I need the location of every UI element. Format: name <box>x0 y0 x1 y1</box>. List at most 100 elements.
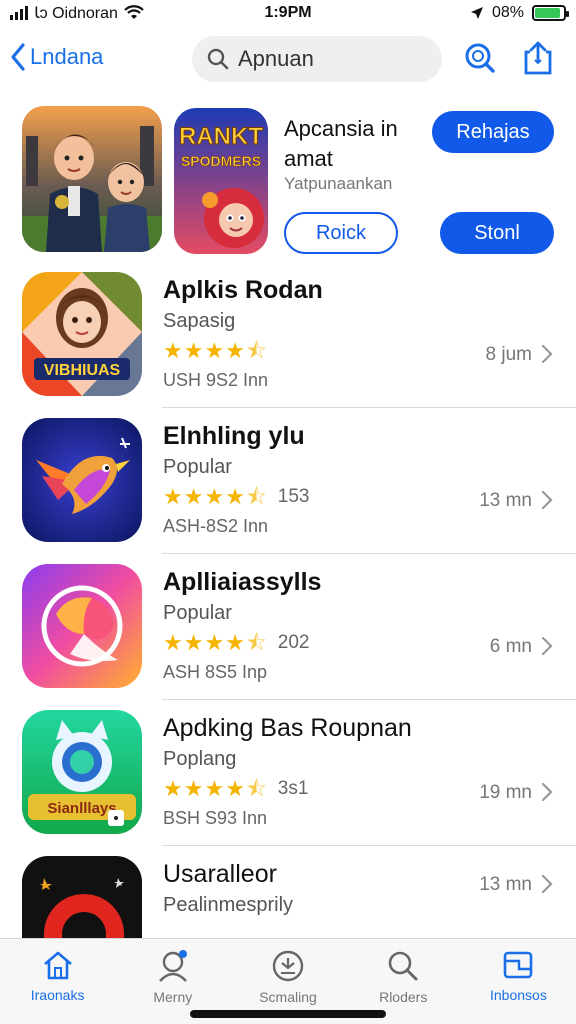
star-icon: ★ <box>183 338 204 363</box>
star-rating: ★ ★ ★ ★ ⯪ 202 <box>163 632 309 654</box>
featured-game-artwork[interactable]: RANKT SPODMERS <box>174 108 268 254</box>
featured-section: RANKT SPODMERS Apcansia in amat Yatpunaa… <box>0 100 576 260</box>
library-icon <box>504 951 533 979</box>
app-list: VIBHIUAS Aplkis Rodan Sapasig ★ ★ ★ ★ ⯪ USH … <box>0 262 576 992</box>
star-icon: ★ <box>204 484 225 509</box>
app-icon-text: Sianlllays <box>47 800 116 817</box>
signal-icon <box>10 6 28 20</box>
star-icon: ★ <box>225 484 245 509</box>
list-item[interactable]: Aplliaiassylls Popular ★ ★ ★ ★ ⯪ 202 ASH 8S5 … <box>0 554 576 700</box>
tab-label: Iraonaks <box>30 987 85 1003</box>
app-category: Poplang <box>163 748 237 770</box>
navigation-bar: Lndana <box>0 34 576 84</box>
magnifier-icon <box>465 43 495 73</box>
star-icon: ★ <box>225 776 245 801</box>
star-icon: ★ <box>204 630 225 655</box>
battery-icon <box>532 5 569 21</box>
search-bar[interactable] <box>192 36 442 82</box>
app-time: 6 mn <box>489 636 532 657</box>
star-icon: ⯪ <box>245 338 267 363</box>
search-input[interactable] <box>238 46 418 72</box>
featured-subtitle: Yatpunaankan <box>284 174 393 193</box>
chevron-right-icon <box>541 874 553 894</box>
back-button[interactable]: Lndana <box>10 42 103 72</box>
tab-label: Rloders <box>379 989 428 1005</box>
svg-text:RANKT: RANKT <box>179 123 263 150</box>
star-icon: ⯪ <box>245 484 267 509</box>
home-indicator[interactable] <box>190 1010 386 1018</box>
status-bar: Ꙇᴐ Oidnoran 1:9PM 08% <box>0 0 576 26</box>
star-icon: ★ <box>163 338 183 363</box>
star-icon: ★ <box>183 484 204 509</box>
star-icon: ★ <box>163 630 183 655</box>
app-category: Pealinmesprily <box>163 894 294 916</box>
app-time: 13 mn <box>479 490 532 511</box>
back-label: Lndana <box>30 44 104 69</box>
tab-home[interactable]: Iraonaks <box>0 939 115 1024</box>
svg-text:SPODMERS: SPODMERS <box>181 153 261 169</box>
featured-artwork[interactable] <box>22 106 162 252</box>
app-icon-gradient-ring <box>22 564 142 688</box>
rating-count: 3s1 <box>277 778 309 799</box>
star-icon: ★ <box>163 484 183 509</box>
list-item[interactable]: VIBHIUAS Aplkis Rodan Sapasig ★ ★ ★ ★ ⯪ USH … <box>0 262 576 408</box>
app-time: 8 jum <box>485 344 532 365</box>
tab-label: Scmaling <box>259 989 317 1005</box>
search-icon <box>207 48 229 70</box>
chevron-right-icon <box>541 344 553 364</box>
star-icon: ★ <box>225 630 245 655</box>
battery-percent: 08% <box>491 4 524 21</box>
chevron-left-icon <box>11 43 25 71</box>
location-arrow-icon <box>470 7 483 19</box>
featured-characters-image <box>22 106 162 252</box>
game-poster-image: RANKT SPODMERS <box>174 108 268 254</box>
updates-icon <box>272 950 304 982</box>
app-category: Sapasig <box>163 310 236 332</box>
star-icon: ★ <box>163 776 183 801</box>
list-item[interactable]: Sianlllays Apdking Bas Roupnan Poplang ★… <box>0 700 576 846</box>
wifi-icon <box>124 5 144 19</box>
star-icon: ★ <box>204 776 225 801</box>
get-button[interactable]: Rehajas <box>432 111 554 153</box>
tab-label: Merny <box>153 989 193 1005</box>
rating-count: 153 <box>277 486 310 507</box>
app-category: Popular <box>163 456 232 478</box>
search-icon <box>388 951 418 981</box>
star-icon: ⯪ <box>245 630 267 655</box>
app-time: 13 mn <box>479 874 532 895</box>
list-item[interactable]: Elnhling ylu Popular ★ ★ ★ ★ ⯪ 153 ASH-8S2 In… <box>0 408 576 554</box>
tab-label: Inbonsos <box>490 987 547 1003</box>
app-icon-cartoon-girl: VIBHIUAS <box>22 272 142 396</box>
star-icon: ★ <box>183 776 204 801</box>
app-size: BSH S93 Inn <box>163 808 268 828</box>
search-circle-button[interactable] <box>462 40 498 76</box>
star-icon: ★ <box>204 338 225 363</box>
chevron-right-icon <box>541 782 553 802</box>
app-size: USH 9S2 Inn <box>163 370 269 390</box>
app-name: Apdking Bas Roupnan <box>163 714 412 742</box>
app-category: Popular <box>163 602 232 624</box>
app-icon-green-cat: Sianlllays <box>22 710 142 834</box>
app-icon-text: VIBHIUAS <box>44 362 121 379</box>
tab-library[interactable]: Inbonsos <box>461 939 576 1024</box>
chevron-right-icon <box>541 636 553 656</box>
star-rating: ★ ★ ★ ★ ⯪ 153 <box>163 486 309 508</box>
star-icon: ⯪ <box>245 776 267 801</box>
carrier-label: Ꙇᴐ Oidnoran <box>34 5 118 22</box>
open-button[interactable]: Roick <box>284 212 398 254</box>
store-button[interactable]: Stonl <box>440 212 554 254</box>
featured-title: Apcansia in amat <box>284 116 398 171</box>
star-icon: ★ <box>225 338 245 363</box>
home-icon <box>43 951 72 980</box>
app-name: Aplliaiassylls <box>163 568 322 596</box>
star-rating: ★ ★ ★ ★ ⯪ 3s1 <box>163 778 308 800</box>
share-icon <box>524 41 552 75</box>
app-icon-bird <box>22 418 142 542</box>
app-size: ASH-8S2 Inn <box>163 516 269 536</box>
app-name: Elnhling ylu <box>163 422 305 450</box>
app-time: 19 mn <box>479 782 532 803</box>
app-name: Usaralleor <box>163 860 277 888</box>
person-icon <box>158 950 187 982</box>
share-button[interactable] <box>520 40 556 76</box>
chevron-right-icon <box>541 490 553 510</box>
